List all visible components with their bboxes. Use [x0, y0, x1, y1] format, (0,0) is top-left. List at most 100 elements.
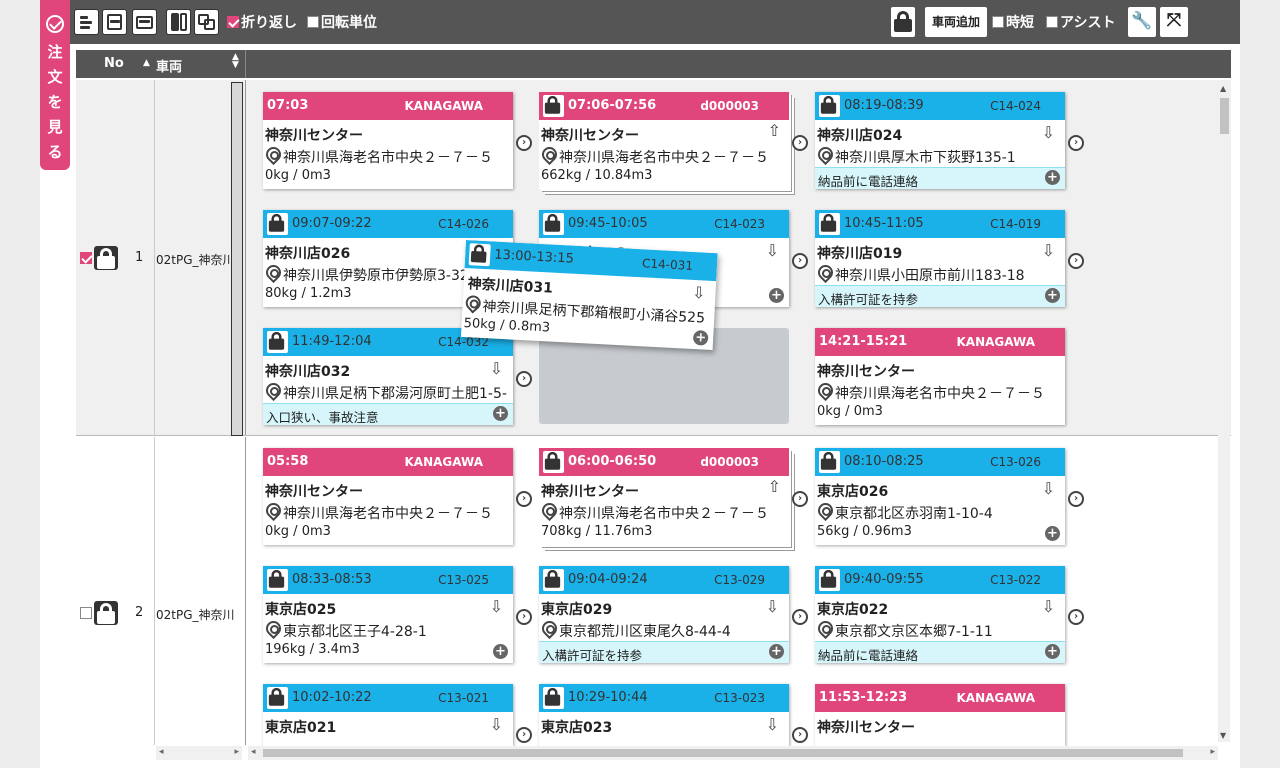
scroll-down-icon[interactable]: ▼	[1220, 731, 1226, 740]
arrow-up-icon[interactable]: ⇧	[768, 121, 781, 140]
arrow-down-icon[interactable]: ⇩	[766, 597, 779, 616]
next-arrow-icon[interactable]: ›	[1068, 491, 1084, 507]
lock-icon[interactable]	[819, 213, 840, 235]
lock-icon[interactable]	[267, 213, 288, 235]
arrow-down-icon[interactable]: ⇩	[766, 715, 779, 734]
arrow-down-icon[interactable]: ⇩	[766, 241, 779, 260]
stop-card[interactable]: 08:33-08:53 C13-025 ⇩ 東京店025 東京都北区王子4-28-…	[263, 566, 513, 663]
stop-card[interactable]: 06:00-06:50 d000003 ⇧ 神奈川センター 神奈川県海老名市中央２…	[539, 448, 789, 545]
layout-list-button[interactable]	[74, 9, 99, 35]
next-arrow-icon[interactable]: ›	[792, 491, 808, 507]
arrow-up-icon[interactable]: ⇧	[768, 477, 781, 496]
row-select-checkbox[interactable]	[80, 252, 92, 264]
short-time-checkbox[interactable]: 時短	[992, 12, 1034, 32]
scroll-thumb[interactable]	[263, 749, 1183, 757]
next-arrow-icon[interactable]: ›	[792, 135, 808, 151]
scroll-right-icon[interactable]: ▸	[234, 747, 239, 757]
plus-icon[interactable]: +	[769, 644, 784, 659]
row-select-checkbox[interactable]	[80, 607, 92, 619]
next-arrow-icon[interactable]: ›	[792, 609, 808, 625]
assist-check[interactable]	[1046, 16, 1058, 28]
scroll-left-icon[interactable]: ◂	[159, 747, 164, 757]
plus-icon[interactable]: +	[1045, 170, 1060, 185]
next-arrow-icon[interactable]: ›	[516, 727, 532, 743]
add-vehicle-button[interactable]: 車両追加	[925, 7, 987, 37]
lock-icon[interactable]	[543, 451, 564, 473]
lock-icon[interactable]	[543, 213, 564, 235]
header-vehicle[interactable]: 車両	[156, 56, 182, 75]
lock-icon[interactable]	[267, 569, 288, 591]
next-arrow-icon[interactable]: ›	[1068, 253, 1084, 269]
turn-unit-check[interactable]	[307, 16, 319, 28]
lock-icon[interactable]	[543, 569, 564, 591]
arrow-down-icon[interactable]: ⇩	[490, 597, 503, 616]
lock-icon[interactable]	[468, 243, 491, 267]
scroll-left-icon[interactable]: ◂	[251, 747, 256, 757]
dragging-stop-card[interactable]: 13:00-13:15 C14-031 ⇩ 神奈川店031 神奈川県足柄下郡箱根…	[460, 240, 718, 351]
plus-icon[interactable]: +	[1045, 644, 1060, 659]
vertical-scrollbar[interactable]: ▲ ▼	[1218, 82, 1230, 742]
plus-icon[interactable]: +	[493, 406, 508, 421]
plus-icon[interactable]: +	[1045, 288, 1060, 303]
stop-card[interactable]: 11:53-12:23 KANAGAWA 神奈川センター	[815, 684, 1065, 746]
stop-card[interactable]: 10:02-10:22 C13-021 ⇩ 東京店021	[263, 684, 513, 746]
plus-icon[interactable]: +	[493, 644, 508, 659]
lock-icon[interactable]	[267, 331, 288, 353]
lock-all-button[interactable]	[891, 7, 915, 37]
horizontal-scrollbar-left[interactable]: ◂ ▸	[156, 746, 242, 760]
lock-icon[interactable]	[819, 569, 840, 591]
plus-icon[interactable]: +	[692, 330, 709, 346]
scroll-up-icon[interactable]: ▲	[1220, 84, 1226, 93]
arrow-down-icon[interactable]: ⇩	[490, 715, 503, 734]
stop-card[interactable]: 10:29-10:44 C13-023 ⇩ 東京店023	[539, 684, 789, 746]
stop-card[interactable]: 07:03 KANAGAWA 神奈川センター 神奈川県海老名市中央２－７－５ 0k…	[263, 92, 513, 189]
layout-merge-button[interactable]	[194, 9, 219, 35]
horizontal-scrollbar-main[interactable]: ◂ ▸	[248, 746, 1218, 760]
stop-card[interactable]: 08:19-08:39 C14-024 ⇩ 神奈川店024 神奈川県厚木市下荻野1…	[815, 92, 1065, 189]
lock-icon[interactable]	[543, 95, 564, 117]
sort-up-icon[interactable]: ▲	[143, 58, 150, 68]
arrow-down-icon[interactable]: ⇩	[1042, 241, 1055, 260]
next-arrow-icon[interactable]: ›	[516, 609, 532, 625]
stop-card[interactable]: 07:06-07:56 d000003 ⇧ 神奈川センター 神奈川県海老名市中央２…	[539, 92, 789, 189]
stop-card[interactable]: 09:04-09:24 C13-029 ⇩ 東京店029 東京都荒川区東尾久8-4…	[539, 566, 789, 663]
header-no[interactable]: No	[104, 56, 124, 71]
stop-card[interactable]: 09:40-09:55 C13-022 ⇩ 東京店022 東京都文京区本郷7-1-…	[815, 566, 1065, 663]
wrap-checkbox[interactable]: 折り返し	[227, 12, 297, 32]
stop-card[interactable]: 10:45-11:05 C14-019 ⇩ 神奈川店019 神奈川県小田原市前川1…	[815, 210, 1065, 307]
layout-compact-button[interactable]	[102, 9, 127, 35]
next-arrow-icon[interactable]: ›	[516, 491, 532, 507]
arrow-down-icon[interactable]: ⇩	[1042, 597, 1055, 616]
next-arrow-icon[interactable]: ›	[1068, 135, 1084, 151]
column-splitter[interactable]	[231, 82, 243, 436]
settings-wrench-button[interactable]: 🔧	[1128, 7, 1156, 37]
next-arrow-icon[interactable]: ›	[1068, 609, 1084, 625]
arrow-down-icon[interactable]: ⇩	[1042, 479, 1055, 498]
sort-updown-icon[interactable]: ▲ ▼	[232, 53, 239, 70]
scroll-right-icon[interactable]: ▸	[1210, 747, 1215, 757]
next-arrow-icon[interactable]: ›	[792, 253, 808, 269]
scroll-thumb[interactable]	[1220, 98, 1229, 134]
arrow-down-icon[interactable]: ⇩	[490, 359, 503, 378]
lock-icon[interactable]	[819, 451, 840, 473]
wrap-check[interactable]	[227, 16, 239, 28]
row-lock-button[interactable]	[94, 246, 118, 270]
plus-icon[interactable]: +	[1045, 526, 1060, 541]
view-orders-tab[interactable]: 注 文 を 見 る	[40, 0, 70, 170]
turn-unit-checkbox[interactable]: 回転単位	[307, 12, 377, 32]
next-arrow-icon[interactable]: ›	[516, 371, 532, 387]
arrow-down-icon[interactable]: ⇩	[692, 283, 706, 303]
layout-columns-button[interactable]	[166, 9, 191, 35]
next-arrow-icon[interactable]: ›	[792, 727, 808, 743]
plus-icon[interactable]: +	[769, 288, 784, 303]
lock-icon[interactable]	[267, 687, 288, 709]
stop-card[interactable]: 14:21-15:21 KANAGAWA 神奈川センター 神奈川県海老名市中央２－…	[815, 328, 1065, 425]
assist-checkbox[interactable]: アシスト	[1046, 12, 1115, 32]
short-time-check[interactable]	[992, 16, 1004, 28]
layout-card-button[interactable]	[132, 9, 157, 35]
stop-card[interactable]: 05:58 KANAGAWA 神奈川センター 神奈川県海老名市中央２－７－５ 0k…	[263, 448, 513, 545]
lock-icon[interactable]	[543, 687, 564, 709]
stop-card[interactable]: 08:10-08:25 C13-026 ⇩ 東京店026 東京都北区赤羽南1-10…	[815, 448, 1065, 545]
fullscreen-button[interactable]: ⤧	[1160, 7, 1188, 37]
next-arrow-icon[interactable]: ›	[516, 135, 532, 151]
